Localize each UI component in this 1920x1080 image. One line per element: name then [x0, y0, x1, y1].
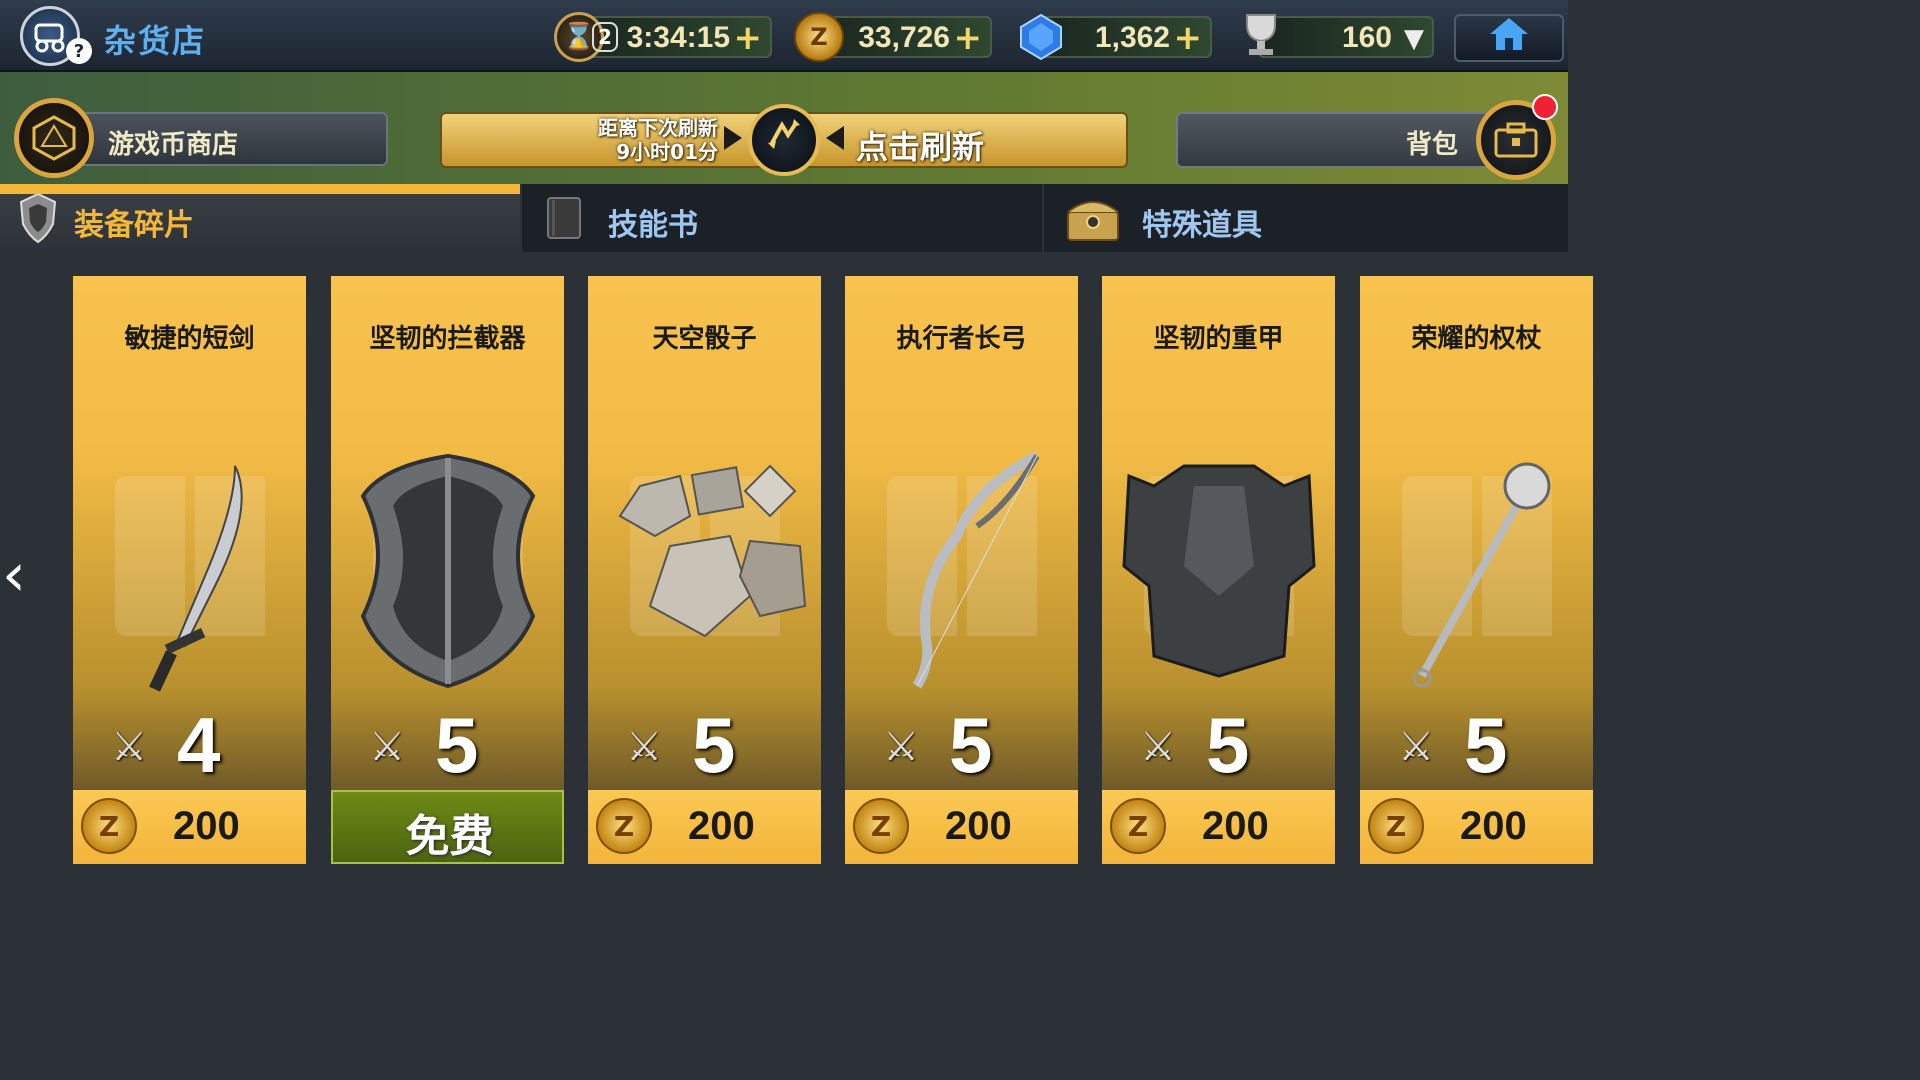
- trophy-dropdown-caret[interactable]: ▼: [1404, 24, 1424, 54]
- treasure-chest-icon: [1062, 192, 1124, 244]
- fragment-crest-icon: ⚔: [883, 724, 919, 770]
- tab-equipment-fragments[interactable]: 装备碎片: [0, 184, 520, 252]
- item-name: 坚韧的重甲: [1153, 324, 1284, 354]
- category-tabs: 装备碎片 技能书 特殊道具: [0, 184, 1568, 252]
- gold-coin-icon: Z: [81, 798, 137, 854]
- fragment-crest-icon: ⚔: [1140, 724, 1176, 770]
- fragment-count: 5: [1206, 701, 1250, 789]
- item-name: 天空骰子: [652, 324, 757, 354]
- price-value: 200: [688, 804, 755, 848]
- gold-coin-icon: Z: [1110, 798, 1166, 854]
- refresh-label[interactable]: 点击刷新: [856, 122, 984, 168]
- home-button[interactable]: [1454, 14, 1564, 62]
- buy-button[interactable]: Z 200: [588, 790, 821, 864]
- fragment-crest-icon: ⚔: [1398, 724, 1434, 770]
- gems-value: 1,362: [1094, 21, 1170, 54]
- fragment-count: 5: [435, 701, 479, 789]
- fragment-crest-icon: ⚔: [369, 724, 405, 770]
- home-icon: [1488, 16, 1530, 61]
- active-tab-indicator: [0, 184, 520, 194]
- fragment-crest-icon: ⚔: [626, 724, 662, 770]
- buy-button[interactable]: Z 200: [1360, 790, 1593, 864]
- notification-dot: [1532, 94, 1558, 120]
- trophy-icon: [1236, 10, 1286, 60]
- price-value: 200: [1460, 804, 1527, 848]
- refresh-icon: [764, 115, 804, 165]
- price-value: 200: [1202, 804, 1269, 848]
- gold-coin-icon: Z: [853, 798, 909, 854]
- fragment-count: 5: [1464, 701, 1508, 789]
- item-name: 敏捷的短剑: [124, 324, 255, 354]
- gold-value: 33,726: [858, 21, 950, 54]
- tab-skill-books[interactable]: 技能书: [522, 184, 1042, 252]
- buy-free-button[interactable]: 免费: [331, 790, 564, 864]
- scepter-icon: [1372, 446, 1582, 696]
- item-card[interactable]: 坚韧的拦截器 ⚔ 5 免费: [331, 276, 564, 864]
- price-value: 200: [945, 804, 1012, 848]
- shield-icon: [343, 446, 553, 696]
- timer-plus-button[interactable]: +: [734, 18, 763, 58]
- refresh-countdown-caption: 距离下次刷新: [598, 116, 718, 140]
- book-icon: [538, 192, 590, 244]
- gems-plus-button[interactable]: +: [1174, 18, 1203, 58]
- refresh-countdown: 距离下次刷新 9小时01分: [570, 116, 718, 164]
- tab-special-items[interactable]: 特殊道具: [1044, 184, 1568, 252]
- item-card[interactable]: 执行者长弓 ⚔ 5 Z 200: [845, 276, 1078, 864]
- free-label: 免费: [405, 811, 494, 862]
- dice-icon: [600, 446, 810, 696]
- timer-value: 3:34:15: [626, 21, 730, 54]
- trophy-value: 160: [1341, 21, 1392, 54]
- item-name: 执行者长弓: [896, 324, 1027, 354]
- gem-icon: [1016, 12, 1066, 62]
- d20-coin-icon: [14, 98, 94, 178]
- fragment-count: 5: [692, 701, 736, 789]
- gold-coin-icon: Z: [1368, 798, 1424, 854]
- fragment-count: 4: [177, 701, 221, 789]
- tab-label: 装备碎片: [74, 208, 194, 243]
- coin-shop-button[interactable]: 游戏币商店: [14, 98, 390, 178]
- item-card[interactable]: 荣耀的权杖 ⚔ 5 Z 200: [1360, 276, 1593, 864]
- item-name: 荣耀的权杖: [1411, 324, 1542, 354]
- page-title: 杂货店: [104, 22, 207, 60]
- bow-icon: [857, 446, 1067, 696]
- item-card[interactable]: 敏捷的短剑 ⚔ 4 Z 200: [73, 276, 306, 864]
- price-value: 200: [173, 804, 240, 848]
- dagger-icon: [85, 446, 295, 696]
- tab-label: 技能书: [608, 208, 698, 243]
- item-card[interactable]: 天空骰子 ⚔ 5 Z 200: [588, 276, 821, 864]
- right-pointer-icon: [826, 126, 844, 150]
- buy-button[interactable]: Z 200: [1102, 790, 1335, 864]
- item-name: 坚韧的拦截器: [369, 324, 526, 354]
- fragment-crest-icon: ⚔: [111, 724, 147, 770]
- refresh-countdown-time: 9小时01分: [616, 140, 718, 164]
- help-icon[interactable]: ?: [66, 38, 92, 64]
- armor-icon: [1114, 446, 1324, 696]
- shield-crest-icon: [12, 192, 64, 244]
- fragment-count: 5: [949, 701, 993, 789]
- buy-button[interactable]: Z 200: [845, 790, 1078, 864]
- tab-label: 特殊道具: [1142, 208, 1262, 243]
- item-card[interactable]: 坚韧的重甲 ⚔ 5 Z 200: [1102, 276, 1335, 864]
- gold-coin-icon: Z: [596, 798, 652, 854]
- timer-count-badge: 2: [592, 22, 618, 52]
- coin-shop-label: 游戏币商店: [108, 130, 239, 160]
- buy-button[interactable]: Z 200: [73, 790, 306, 864]
- scroll-left-arrow[interactable]: ‹: [2, 540, 26, 610]
- bag-label: 背包: [1406, 130, 1459, 160]
- refresh-button[interactable]: [748, 104, 820, 176]
- gold-coin-icon: Z: [794, 12, 844, 62]
- left-pointer-icon: [724, 126, 742, 150]
- gold-plus-button[interactable]: +: [954, 18, 983, 58]
